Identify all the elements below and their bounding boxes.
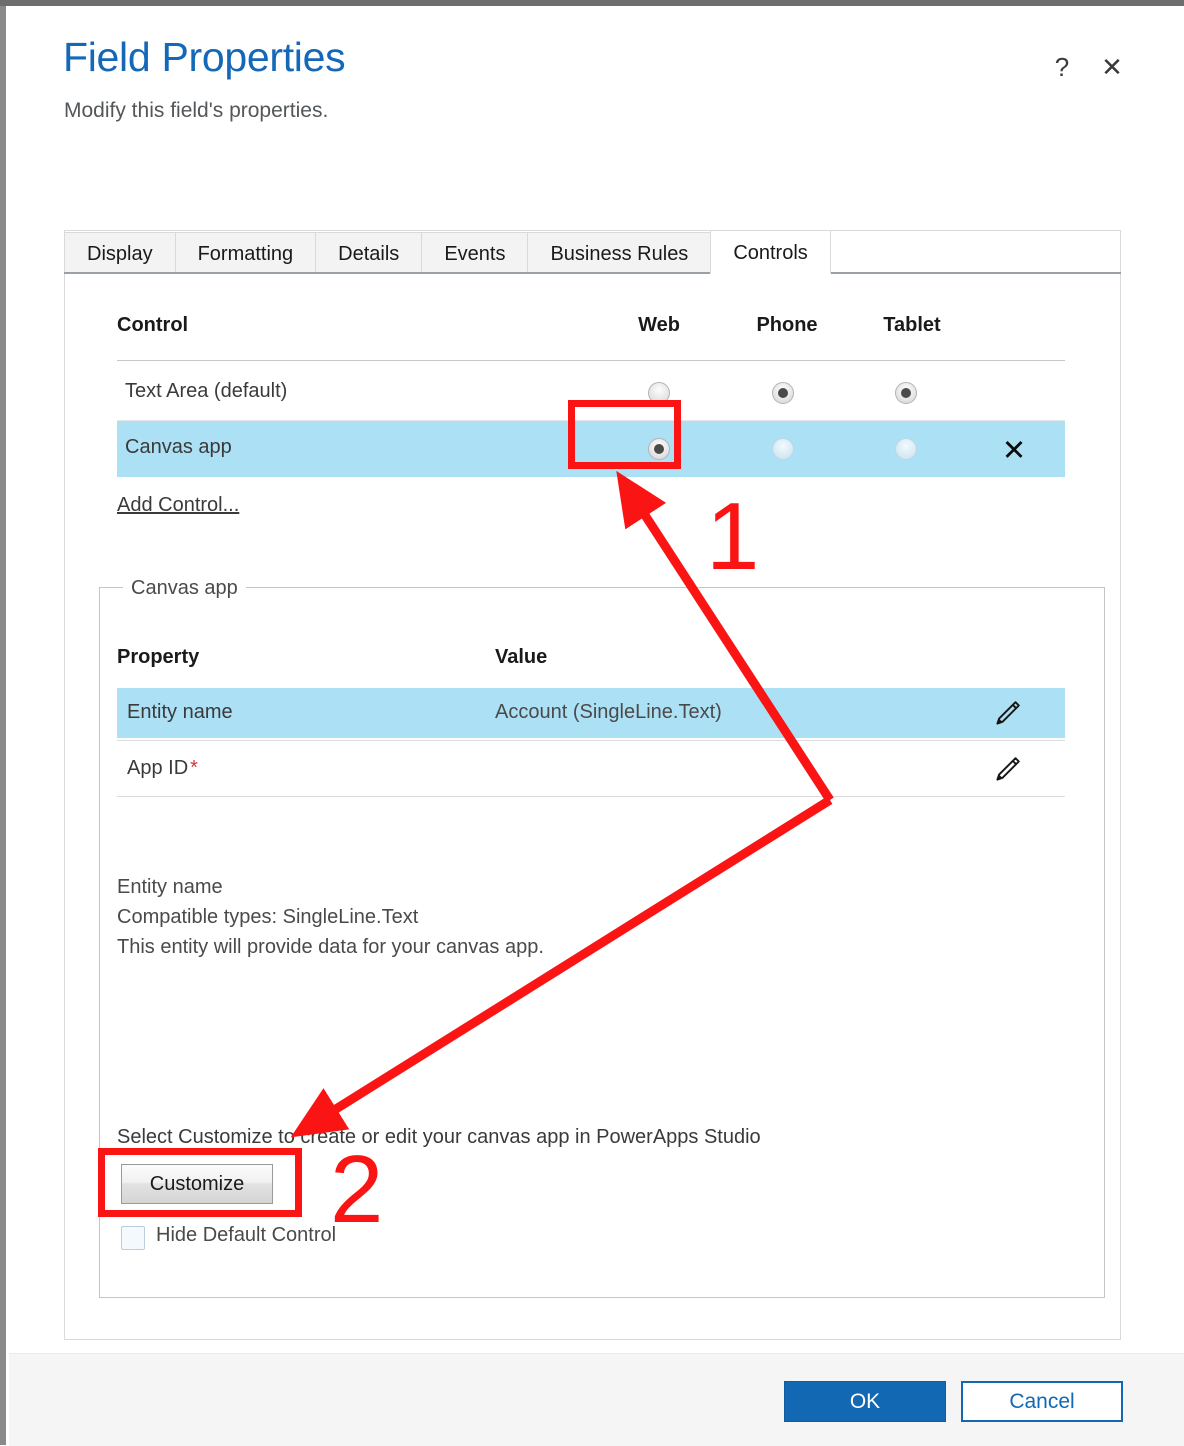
- property-name-label: App ID: [127, 757, 189, 779]
- required-marker: *: [190, 757, 198, 779]
- controls-table-divider: [117, 360, 1065, 361]
- tabstrip: Display Formatting Details Events Busine…: [64, 230, 831, 274]
- property-name: App ID *: [127, 757, 198, 780]
- delete-control-icon[interactable]: ✕: [997, 433, 1031, 467]
- pencil-icon[interactable]: [989, 752, 1025, 788]
- column-header-phone: Phone: [756, 314, 818, 336]
- tab-business-rules[interactable]: Business Rules: [527, 232, 712, 274]
- customize-button[interactable]: Customize: [121, 1164, 273, 1204]
- tab-display[interactable]: Display: [64, 232, 176, 274]
- cancel-button[interactable]: Cancel: [961, 1381, 1123, 1422]
- hide-default-control-checkbox[interactable]: [121, 1226, 145, 1250]
- description-line-2: Compatible types: SingleLine.Text: [117, 906, 419, 928]
- column-header-control: Control: [117, 314, 189, 336]
- dialog-footer: OK Cancel: [9, 1353, 1184, 1446]
- tab-events[interactable]: Events: [421, 232, 529, 274]
- row-divider: [117, 740, 1065, 741]
- field-properties-dialog: Field Properties Modify this field's pro…: [9, 6, 1184, 1445]
- property-value: Account (SingleLine.Text): [495, 701, 722, 723]
- radio-web-canvas-app[interactable]: [648, 438, 670, 460]
- page-subtitle: Modify this field's properties.: [64, 99, 329, 122]
- column-header-web: Web: [638, 314, 680, 336]
- hide-default-control-label: Hide Default Control: [156, 1224, 337, 1246]
- controls-table-header: Control Web Phone Tablet: [117, 314, 1065, 356]
- description-line-3: This entity will provide data for your c…: [117, 936, 544, 958]
- tab-formatting[interactable]: Formatting: [174, 232, 317, 274]
- ok-button[interactable]: OK: [784, 1381, 946, 1422]
- property-name: Entity name: [127, 701, 233, 723]
- property-table-header: Property Value: [117, 646, 1065, 686]
- property-description: Entity name Compatible types: SingleLine…: [117, 872, 544, 962]
- close-icon[interactable]: ✕: [1095, 50, 1129, 84]
- tab-controls[interactable]: Controls: [710, 230, 831, 274]
- controls-tab-panel: Control Web Phone Tablet Text Area (defa…: [65, 274, 1120, 1339]
- tabstrip-underline: [64, 272, 1121, 274]
- control-name: Text Area (default): [125, 380, 288, 402]
- column-header-property: Property: [117, 646, 200, 668]
- page-title: Field Properties: [63, 34, 346, 80]
- control-name: Canvas app: [125, 436, 232, 458]
- radio-phone-text-area[interactable]: [772, 382, 794, 404]
- radio-tablet-text-area[interactable]: [895, 382, 917, 404]
- pencil-icon[interactable]: [989, 696, 1025, 732]
- table-row[interactable]: Entity name Account (SingleLine.Text): [117, 688, 1065, 741]
- tab-details[interactable]: Details: [315, 232, 423, 274]
- customize-hint: Select Customize to create or edit your …: [117, 1126, 761, 1148]
- radio-web-text-area[interactable]: [648, 382, 670, 404]
- row-divider: [117, 796, 1065, 797]
- radio-tablet-canvas-app[interactable]: [895, 438, 917, 460]
- add-control-link[interactable]: Add Control...: [117, 494, 239, 517]
- table-row[interactable]: Text Area (default): [117, 365, 1065, 421]
- radio-phone-canvas-app[interactable]: [772, 438, 794, 460]
- description-line-1: Entity name: [117, 876, 223, 898]
- help-icon[interactable]: ?: [1045, 50, 1079, 84]
- canvas-app-legend: Canvas app: [123, 577, 246, 600]
- column-header-tablet: Tablet: [883, 314, 941, 336]
- table-row[interactable]: App ID *: [117, 744, 1065, 797]
- table-row[interactable]: Canvas app ✕: [117, 421, 1065, 477]
- column-header-value: Value: [495, 646, 548, 668]
